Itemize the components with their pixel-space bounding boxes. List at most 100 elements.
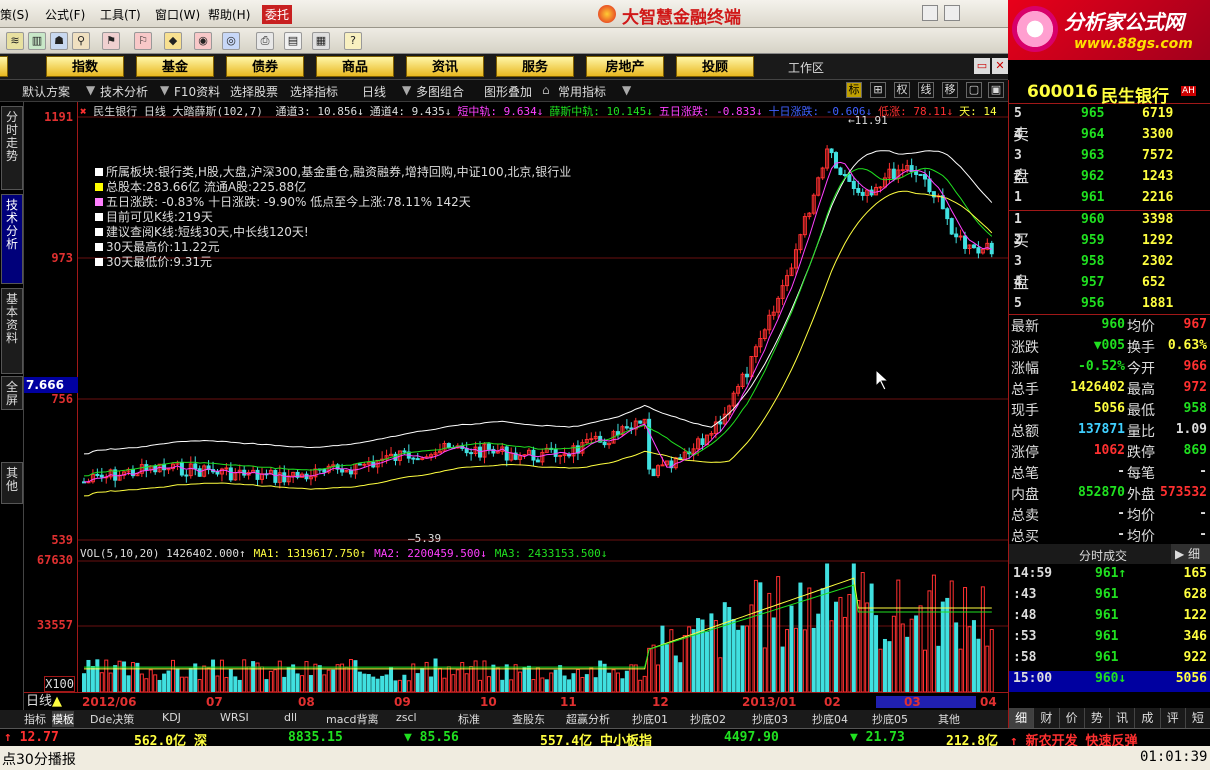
quote-tab[interactable]: 成 [1135,708,1161,728]
quote-tab[interactable]: 细 [1009,708,1035,728]
window-icon[interactable]: ▤ [284,32,302,50]
bubble-icon[interactable]: ◉ [194,32,212,50]
ticker-item[interactable]: ▼ 85.56 [404,730,459,745]
cat-service[interactable]: 服务 [496,56,574,77]
menu-item-strategy[interactable]: 策(S) [0,6,29,23]
quote-tab[interactable]: 财 [1034,708,1060,728]
sell-level-row[interactable]: 5 965 6719 [1009,106,1210,127]
tab-intraday[interactable]: 分时走势 [1,106,23,190]
printer-icon[interactable]: ⎙ [256,32,274,50]
f10-button[interactable]: F10资料 [174,83,220,100]
broadcast-label[interactable]: 点30分播报 [2,749,76,769]
alert-icon[interactable]: ⚑ [102,32,120,50]
flag-red-icon[interactable]: ⚐ [134,32,152,50]
rights-button[interactable]: 权 [894,82,910,98]
quote-tab[interactable]: 势 [1085,708,1110,728]
sell-level-row[interactable]: 3 963 7572 [1009,148,1210,169]
indicator-tab[interactable]: KDJ [162,711,181,724]
line-button[interactable]: 线 [918,82,934,98]
trades-detail-button[interactable]: ▶ 细 [1171,544,1210,564]
menu-item-help[interactable]: 帮助(H) [208,6,250,23]
move-button[interactable]: 移 [942,82,958,98]
legend-indicator[interactable]: 大踏薛斯(102,7) [173,105,263,118]
quote-tab[interactable]: 价 [1060,708,1085,728]
close-icon[interactable]: ✕ [992,58,1008,74]
promo-banner[interactable]: 分析家公式网 www.88gs.com [1008,0,1210,60]
tab-technical[interactable]: 技术分析 [1,194,23,284]
lock-icon[interactable]: ⌂ [542,83,550,97]
diamond-icon[interactable]: ◆ [164,32,182,50]
cat-realestate[interactable]: 房地产 [586,56,664,77]
indicator-tab[interactable]: WRSI [220,711,249,724]
indicator-tab[interactable]: 其他 [938,711,960,727]
workarea-label[interactable]: 工作区 [788,59,824,76]
indicator-tab[interactable]: 抄底02 [690,711,726,727]
indicator-tab[interactable]: 抄底04 [812,711,848,727]
volume-chart[interactable] [78,546,1008,692]
cat-stock[interactable]: 股 [0,56,8,77]
period-label[interactable]: 日线▲ [24,693,78,710]
ticker-item[interactable]: ↑ 12.77 [4,730,59,745]
cat-commodity[interactable]: 商品 [316,56,394,77]
indicator-tab[interactable]: 抄底05 [872,711,908,727]
indicator-tab[interactable]: 超赢分析 [566,711,610,727]
buy-level-row[interactable]: 2 959 1292 [1009,233,1210,254]
quote-tab[interactable]: 讯 [1110,708,1136,728]
period-dropdown[interactable]: 日线 [362,83,386,100]
chart-bars-icon[interactable]: ▥ [28,32,46,50]
indicator-tab[interactable]: dll [284,711,297,724]
tab-fullscreen[interactable]: 全屏 [1,376,23,410]
cat-bond[interactable]: 债券 [226,56,304,77]
indicator-tab[interactable]: 模板 [52,711,74,727]
tech-analysis-button[interactable]: 技术分析 [100,83,148,100]
indicator-tab[interactable]: 指标 [24,711,46,727]
multi-chart-button[interactable]: 多图组合 [416,83,464,100]
people-icon[interactable]: ☗ [50,32,68,50]
trust-button[interactable]: 委托 [262,5,293,24]
grid-button[interactable]: ⊞ [870,82,886,98]
quote-tab[interactable]: 评 [1161,708,1186,728]
indicator-tab[interactable]: 抄底03 [752,711,788,727]
menu-item-tools[interactable]: 工具(T) [100,6,141,23]
menu-item-formula[interactable]: 公式(F) [45,6,85,23]
sell-level-row[interactable]: 2 962 1243 [1009,169,1210,190]
close-icon[interactable]: ✖ [80,105,87,118]
indicator-tab[interactable]: Dde决策 [90,711,134,727]
select-stock-button[interactable]: 选择股票 [230,83,278,100]
sell-level-row[interactable]: 1 961 2216 [1009,190,1210,211]
binoculars-icon[interactable]: ⚲ [72,32,90,50]
flag-icon[interactable]: ≋ [6,32,24,50]
overlay-button[interactable]: 图形叠加 [484,83,532,100]
sell-level-row[interactable]: 4 964 3300 [1009,127,1210,148]
panel-max-button[interactable]: ▣ [988,82,1004,98]
dropdown-arrow-icon[interactable]: ▼ [622,83,631,97]
cat-news[interactable]: 资讯 [406,56,484,77]
quote-tab[interactable]: 短 [1186,708,1210,728]
indicator-tab[interactable]: zscl [396,711,417,724]
indicator-tab[interactable]: 抄底01 [632,711,668,727]
buy-level-row[interactable]: 1 960 3398 [1009,212,1210,233]
select-indicator-button[interactable]: 选择指标 [290,83,338,100]
ticker-item[interactable]: 4497.90 [724,730,779,745]
maximize-icon[interactable] [944,5,960,21]
cat-advisor[interactable]: 投顾 [676,56,754,77]
cat-index[interactable]: 指数 [46,56,124,77]
tab-other[interactable]: 其他 [1,462,23,504]
ah-badge[interactable]: AH [1181,86,1196,96]
indicator-tab[interactable]: macd背离 [326,711,379,727]
minimize-icon[interactable] [922,5,938,21]
dropdown-arrow-icon[interactable]: ▼ [86,83,95,97]
panel-min-button[interactable]: ▢ [966,82,982,98]
restore-icon[interactable]: ▭ [974,58,990,74]
buy-level-row[interactable]: 3 958 2302 [1009,254,1210,275]
indicator-tab[interactable]: 标准 [458,711,480,727]
menu-item-window[interactable]: 窗口(W) [155,6,200,23]
dropdown-arrow-icon[interactable]: ▼ [160,83,169,97]
tab-fundamentals[interactable]: 基本资料 [1,288,23,374]
scheme-dropdown[interactable]: 默认方案 [22,83,70,100]
ticker-item[interactable]: 8835.15 [288,730,343,745]
dropdown-arrow-icon[interactable]: ▼ [402,83,411,97]
help-pointer-icon[interactable]: ? [344,32,362,50]
cat-fund[interactable]: 基金 [136,56,214,77]
buy-level-row[interactable]: 4 957 652 [1009,275,1210,296]
